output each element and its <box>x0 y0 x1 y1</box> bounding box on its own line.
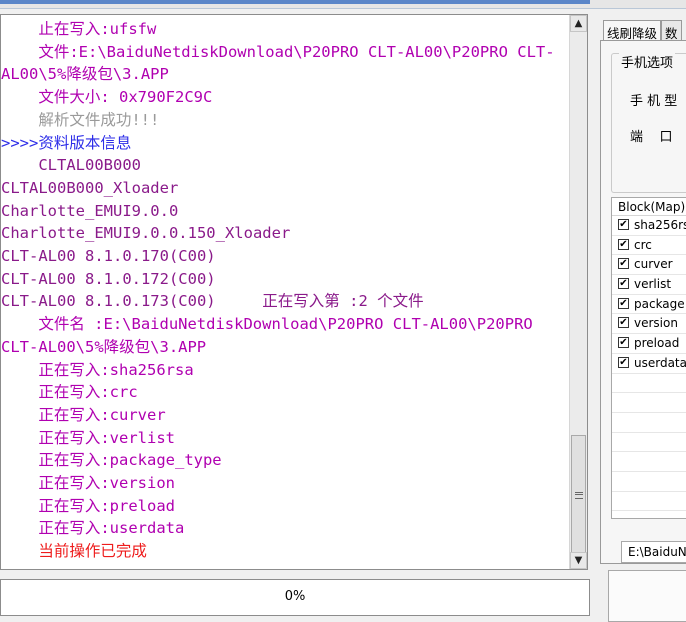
empty-row <box>612 413 686 433</box>
block-row[interactable]: ✔ verlist <box>612 275 686 295</box>
log-line: 文件大小: 0x790F2C9C <box>1 88 213 107</box>
phone-options-title: 手机选项 <box>619 52 676 71</box>
log-line: 解析文件成功!!! <box>1 110 160 129</box>
log-line: 正在写入:curver <box>1 405 166 424</box>
window-top-edge <box>0 0 686 9</box>
log-line: 正在写入:verlist <box>1 428 175 447</box>
scroll-down-arrow-icon[interactable]: ▼ <box>570 552 587 569</box>
block-row[interactable]: ✔ userdata <box>612 354 686 374</box>
progress-bar: 0% <box>0 579 590 616</box>
empty-row <box>612 433 686 453</box>
block-map-table[interactable]: Block(Map) ✔ sha256rsa ✔ crc ✔ curver ✔ verlist… <box>611 197 686 519</box>
checkbox-icon[interactable]: ✔ <box>618 219 629 230</box>
phone-model-label: 手 机 型 <box>630 94 678 109</box>
block-map-rows: ✔ sha256rsa ✔ crc ✔ curver ✔ verlist ✔ package ✔ ve… <box>612 216 686 518</box>
log-text: 止在写入:ufsfw 文件:E:\BaiduNetdiskDownload\P2… <box>1 15 569 569</box>
checkbox-icon[interactable]: ✔ <box>618 258 629 270</box>
phone-options-group: 手机选项 手 机 型 端 口 <box>611 52 686 193</box>
block-row[interactable]: ✔ version <box>612 314 686 335</box>
empty-row <box>612 472 686 492</box>
tab-panel: 手机选项 手 机 型 端 口 Block(Map) ✔ sha256rsa ✔ crc… <box>600 40 686 564</box>
block-row-label: crc <box>634 237 652 252</box>
block-row[interactable]: ✔ curver <box>612 255 686 276</box>
tab-bar: 线刷降级 数 <box>603 20 682 41</box>
bottom-action-box[interactable] <box>608 570 686 622</box>
empty-row <box>612 393 686 413</box>
log-line: Charlotte_EMUI9.0.0.150_Xloader <box>1 224 291 243</box>
log-line: >>>>资料版本信息 <box>1 133 132 152</box>
log-scrollbar[interactable]: ▲ ▼ <box>569 15 587 569</box>
log-line: CLT-AL00 8.1.0.173(C00) 正在写入第 :2 个文件 <box>1 292 424 311</box>
log-line: 文件名 :E:\BaiduNetdiskDownload\P20PRO CLT-… <box>1 315 533 334</box>
block-row[interactable]: ✔ crc <box>612 236 686 256</box>
log-line: CLTAL00B000_Xloader <box>1 178 179 197</box>
block-row-label: verlist <box>634 277 672 292</box>
empty-row <box>612 374 686 394</box>
port-label: 端 口 <box>630 130 673 145</box>
log-line: 正在写入:crc <box>1 383 138 402</box>
log-line: 当前操作已完成 <box>1 542 147 561</box>
empty-row <box>612 511 686 518</box>
progress-label: 0% <box>284 589 306 604</box>
checkbox-icon[interactable]: ✔ <box>618 337 629 349</box>
scroll-thumb[interactable] <box>571 435 586 555</box>
log-line: 文件:E:\BaiduNetdiskDownload\P20PRO CLT-AL… <box>1 42 555 61</box>
empty-row <box>612 452 686 472</box>
log-line: CLT-AL00 8.1.0.172(C00) <box>1 269 216 288</box>
log-line: 正在写入:package_type <box>1 451 222 470</box>
log-line: 正在写入:preload <box>1 496 175 515</box>
grip-icon <box>575 492 583 499</box>
log-line: 正在写入:userdata <box>1 519 185 538</box>
block-row[interactable]: ✔ sha256rsa <box>612 216 686 236</box>
tab-second[interactable]: 数 <box>661 20 682 41</box>
log-line: AL00\5%降级包\3.APP <box>1 65 169 84</box>
checkbox-icon[interactable]: ✔ <box>618 238 629 250</box>
block-map-header[interactable]: Block(Map) <box>612 198 686 216</box>
checkbox-icon[interactable]: ✔ <box>618 278 629 290</box>
log-line: CLT-AL00 8.1.0.170(C00) <box>1 247 216 266</box>
block-row-label: userdata <box>634 355 686 370</box>
log-line: 止在写入:ufsfw <box>1 20 157 38</box>
tab-flash-downgrade[interactable]: 线刷降级 <box>603 20 662 41</box>
file-path-field[interactable]: E:\BaiduNe <box>621 541 686 563</box>
log-line: 正在写入:version <box>1 474 175 493</box>
right-panel: 线刷降级 数 手机选项 手 机 型 端 口 Block(Map) ✔ sha256… <box>598 14 686 622</box>
checkbox-icon[interactable]: ✔ <box>618 297 629 309</box>
block-row-label: preload <box>634 336 680 351</box>
empty-row <box>612 492 686 512</box>
block-row[interactable]: ✔ package <box>612 295 686 315</box>
block-row-label: curver <box>634 257 673 272</box>
block-row-label: sha256rsa <box>634 218 686 232</box>
block-row-label: version <box>634 316 678 331</box>
block-row[interactable]: ✔ preload <box>612 334 686 354</box>
block-row-label: package <box>634 296 685 311</box>
log-panel[interactable]: 止在写入:ufsfw 文件:E:\BaiduNetdiskDownload\P2… <box>0 14 588 570</box>
checkbox-icon[interactable]: ✔ <box>618 317 629 329</box>
scroll-up-arrow-icon[interactable]: ▲ <box>570 15 587 32</box>
title-strip <box>0 0 590 4</box>
log-line: CLT-AL00\5%降级包\3.APP <box>1 337 207 356</box>
log-line: 正在写入:sha256rsa <box>1 360 194 379</box>
checkbox-icon[interactable]: ✔ <box>618 356 629 368</box>
log-line: CLTAL00B000 <box>1 156 141 175</box>
log-line: Charlotte_EMUI9.0.0 <box>1 201 179 220</box>
